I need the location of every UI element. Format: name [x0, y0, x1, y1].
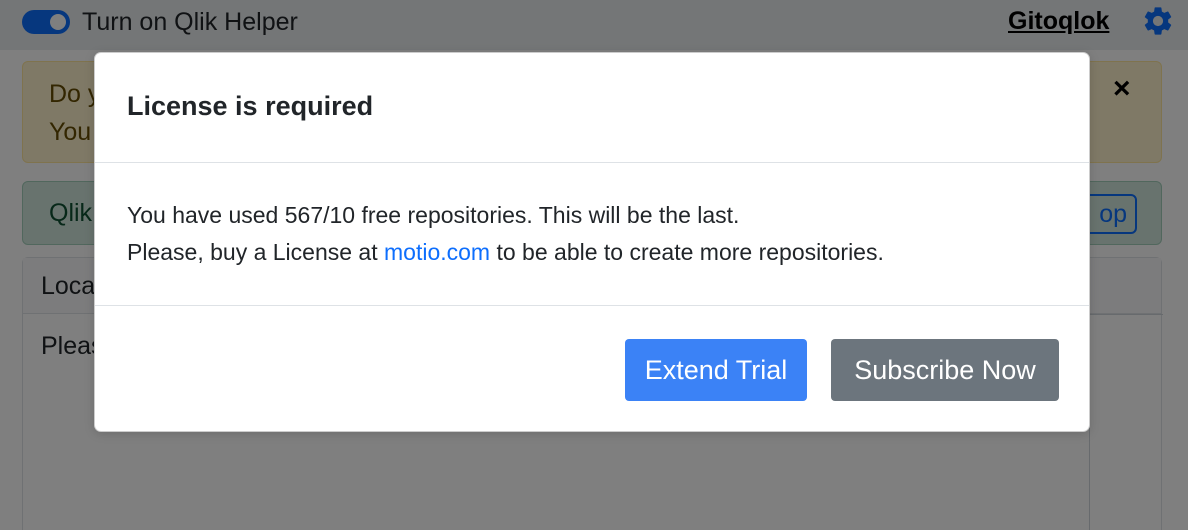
modal-body-line1: You have used 567/10 free repositories. …: [127, 202, 740, 228]
subscribe-now-button[interactable]: Subscribe Now: [831, 339, 1059, 401]
modal-body: You have used 567/10 free repositories. …: [95, 163, 1089, 305]
motio-link[interactable]: motio.com: [384, 239, 490, 265]
modal-title: License is required: [127, 91, 374, 121]
modal-body-line2: Please, buy a License at motio.com to be…: [127, 239, 884, 266]
modal-header: License is required: [95, 53, 1089, 163]
license-modal: License is required You have used 567/10…: [94, 52, 1090, 432]
modal-footer: Extend Trial Subscribe Now: [95, 305, 1089, 433]
extend-trial-button[interactable]: Extend Trial: [625, 339, 807, 401]
modal-body-line2-suffix: to be able to create more repositories.: [490, 239, 884, 265]
modal-body-line2-prefix: Please, buy a License at: [127, 239, 384, 265]
